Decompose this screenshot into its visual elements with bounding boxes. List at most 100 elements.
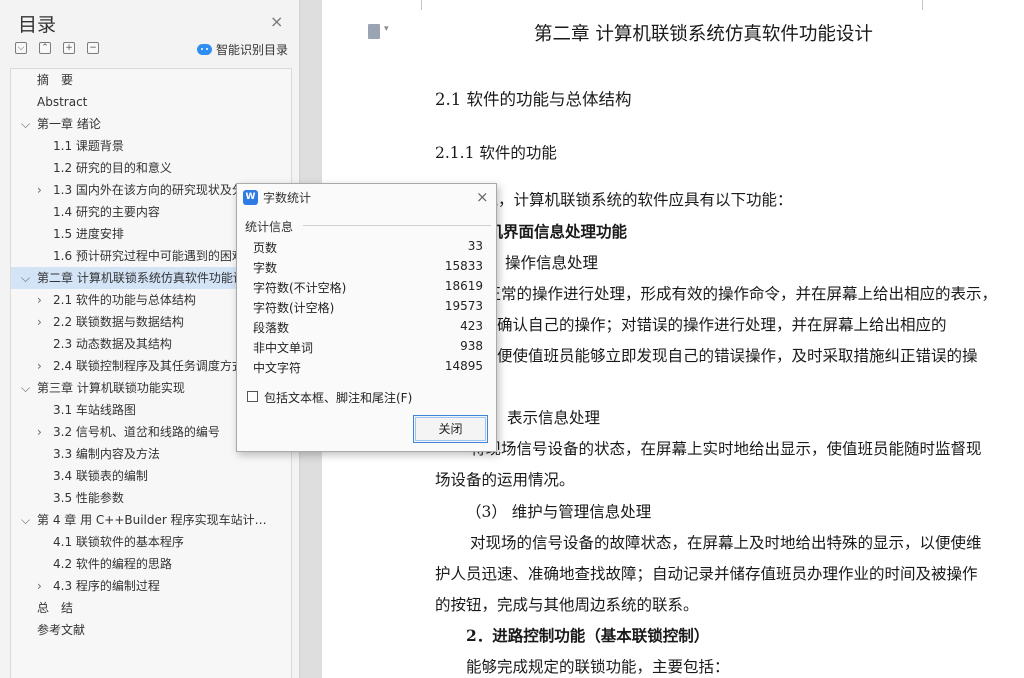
- toc-item[interactable]: 参考文献: [11, 619, 291, 641]
- stat-label: 页数: [253, 241, 278, 255]
- body-line: 使值班员确认自己的操作；对错误的操作进行处理，并在屏幕上给出相应的: [435, 316, 947, 334]
- toc-item-label: 2.2 联锁数据与数据结构: [53, 315, 184, 329]
- dialog-close-icon[interactable]: ×: [476, 188, 489, 206]
- toc-item[interactable]: 3.5 性能参数: [11, 487, 291, 509]
- stat-label: 非中文单词: [253, 341, 314, 355]
- stat-value: 18619: [444, 279, 483, 293]
- stat-row: 页数 33: [253, 239, 483, 259]
- dialog-title: 字数统计: [263, 191, 312, 205]
- toc-item[interactable]: 3.4 联锁表的编制: [11, 465, 291, 487]
- stats-section-label: 统计信息: [245, 220, 294, 234]
- subsection-heading: 2.1.1 软件的功能: [435, 144, 557, 162]
- toc-item-label: 第三章 计算机联锁功能实现: [37, 381, 185, 395]
- toc-item-label: 第一章 绪论: [37, 117, 101, 131]
- toc-item[interactable]: 1.2 研究的目的和意义: [11, 157, 291, 179]
- include-textbox-checkbox[interactable]: [247, 391, 258, 402]
- document-icon[interactable]: [368, 24, 389, 39]
- toc-item-label: 1.5 进度安排: [53, 227, 124, 241]
- toc-item[interactable]: ⌵ 第一章 绪论: [11, 113, 291, 135]
- toc-item-label: 2.1 软件的功能与总体结构: [53, 293, 196, 307]
- page-corner-mark: [922, 0, 932, 10]
- stat-value: 14895: [444, 359, 483, 373]
- body-line: 提示，以便使值班员能够立即发现自己的错误操作，及时采取措施纠正错误的操: [435, 347, 978, 365]
- toc-item-label: 4.3 程序的编制过程: [53, 579, 160, 593]
- body-line: 护人员迅速、准确地查找故障；自动记录并储存值班员办理作业的时间及被操作: [435, 565, 978, 583]
- chevron-down-icon[interactable]: ⌵: [21, 113, 30, 135]
- stat-row: 字符数(不计空格) 18619: [253, 279, 483, 299]
- toc-item-label: 第二章 计算机联锁系统仿真软件功能设计: [37, 271, 257, 285]
- toc-item-label: 1.6 预计研究过程中可能遇到的困难: [53, 249, 244, 263]
- stat-row: 非中文单词 938: [253, 339, 483, 359]
- toc-item-label: 3.2 信号机、道岔和线路的编号: [53, 425, 220, 439]
- section-divider: [303, 225, 491, 226]
- close-button[interactable]: 关闭: [413, 415, 488, 443]
- toc-item-label: 1.3 国内外在该方向的研究现状及分析: [53, 183, 256, 197]
- wps-writer-logo-icon: W: [243, 190, 258, 205]
- page-corner-mark: [412, 0, 422, 10]
- stat-value: 19573: [444, 299, 483, 313]
- stat-label: 字数: [253, 261, 278, 275]
- stat-row: 段落数 423: [253, 319, 483, 339]
- chevron-right-icon[interactable]: ›: [37, 575, 42, 597]
- body-line: 对现场的信号设备的故障状态，在屏幕上及时地给出特殊的显示，以便使维: [470, 534, 982, 552]
- stat-row: 字符数(计空格) 19573: [253, 299, 483, 319]
- toc-item-label: Abstract: [37, 95, 88, 109]
- body-line: 能够完成规定的联锁功能，主要包括：: [466, 658, 730, 676]
- toc-item-label: 4.1 联锁软件的基本程序: [53, 535, 184, 549]
- toc-item-label: 3.4 联锁表的编制: [53, 469, 148, 483]
- add-heading-icon[interactable]: +: [63, 42, 75, 54]
- toc-item-label: 1.1 课题背景: [53, 139, 124, 153]
- chevron-right-icon[interactable]: ›: [37, 355, 42, 377]
- toc-item[interactable]: 1.1 课题背景: [11, 135, 291, 157]
- body-heading: 2．进路控制功能（基本联锁控制）: [466, 626, 710, 645]
- stat-label: 字符数(计空格): [253, 301, 335, 315]
- toc-item-label: 第 4 章 用 C++Builder 程序实现车站计算机联锁: [37, 513, 291, 527]
- stat-value: 938: [460, 339, 483, 353]
- toc-item[interactable]: 4.2 软件的编程的思路: [11, 553, 291, 575]
- smart-cloud-icon: [197, 44, 212, 55]
- toc-item[interactable]: 摘 要: [11, 69, 291, 91]
- stat-row: 字数 15833: [253, 259, 483, 279]
- toc-item[interactable]: ⌵ 第 4 章 用 C++Builder 程序实现车站计算机联锁: [11, 509, 291, 531]
- expand-up-icon[interactable]: ⌃: [39, 42, 51, 54]
- chevron-right-icon[interactable]: ›: [37, 421, 42, 443]
- toc-item[interactable]: Abstract: [11, 91, 291, 113]
- toc-item-label: 2.4 联锁控制程序及其任务调度方式: [53, 359, 244, 373]
- remove-heading-icon[interactable]: −: [87, 42, 99, 54]
- toc-title: 目录: [18, 14, 57, 36]
- toc-item-label: 2.3 动态数据及其结构: [53, 337, 172, 351]
- stat-label: 段落数: [253, 321, 290, 335]
- stat-value: 15833: [444, 259, 483, 273]
- chevron-right-icon[interactable]: ›: [37, 179, 42, 201]
- stat-label: 字符数(不计空格): [253, 281, 347, 295]
- stat-row: 中文字符 14895: [253, 359, 483, 379]
- toc-item-label: 总 结: [37, 601, 74, 615]
- chevron-down-icon[interactable]: ⌵: [21, 377, 30, 399]
- toc-item-label: 参考文献: [37, 623, 86, 637]
- stat-value: 423: [460, 319, 483, 333]
- chevron-right-icon[interactable]: ›: [37, 311, 42, 333]
- collapse-all-icon[interactable]: ⌵: [15, 42, 27, 54]
- chapter-title: 第二章 计算机联锁系统仿真软件功能设计: [534, 24, 873, 45]
- body-line: 操作信息处理: [505, 254, 599, 272]
- toc-item-label: 1.2 研究的目的和意义: [53, 161, 172, 175]
- smart-toc-button[interactable]: 智能识别目录: [197, 41, 288, 58]
- smart-toc-label: 智能识别目录: [216, 43, 289, 57]
- toc-item-label: 3.3 编制内容及方法: [53, 447, 160, 461]
- body-line: 的按钮，完成与其他周边系统的联系。: [435, 596, 699, 614]
- toc-close-icon[interactable]: ×: [270, 12, 283, 31]
- body-line: 将现场信号设备的状态，在屏幕上实时地给出显示，使值班员能随时监督现: [470, 440, 982, 458]
- include-textbox-label[interactable]: 包括文本框、脚注和尾注(F): [264, 389, 412, 406]
- toc-item[interactable]: 4.1 联锁软件的基本程序: [11, 531, 291, 553]
- toc-item-label: 3.1 车站线路图: [53, 403, 136, 417]
- body-line: 表示信息处理: [507, 409, 601, 427]
- toc-item-label: 1.4 研究的主要内容: [53, 205, 160, 219]
- body-line: 场设备的运用情况。: [435, 471, 575, 489]
- chevron-down-icon[interactable]: ⌵: [21, 267, 30, 289]
- toc-item[interactable]: 总 结: [11, 597, 291, 619]
- word-count-dialog: W 字数统计 × 统计信息 页数 33 字数 15833 字符数(不计空格) 18619 字…: [236, 183, 497, 452]
- chevron-right-icon[interactable]: ›: [37, 289, 42, 311]
- stat-label: 中文字符: [253, 361, 302, 375]
- chevron-down-icon[interactable]: ⌵: [21, 509, 30, 531]
- toc-item[interactable]: › 4.3 程序的编制过程: [11, 575, 291, 597]
